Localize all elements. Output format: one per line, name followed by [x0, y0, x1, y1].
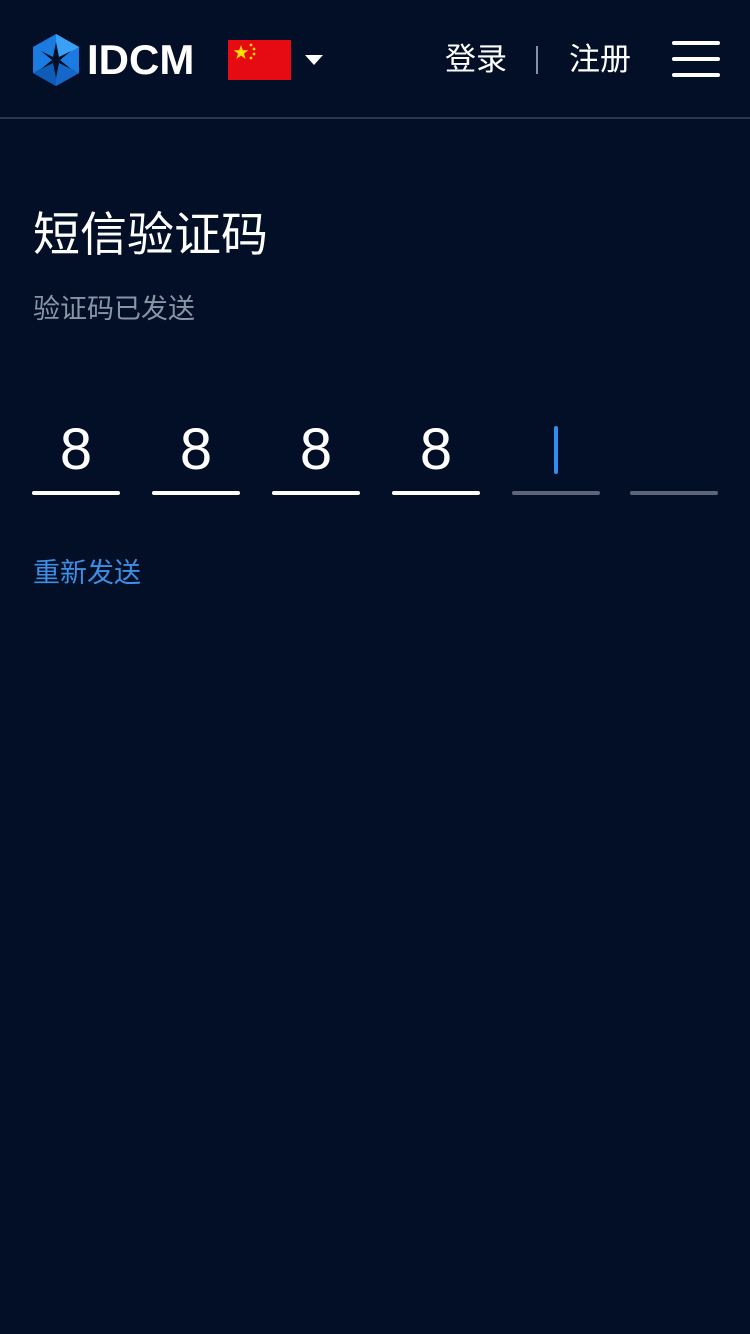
text-cursor — [554, 426, 558, 474]
page-title: 短信验证码 — [33, 208, 268, 263]
code-digit-4: 8 — [419, 417, 453, 482]
code-input-4[interactable]: 8 — [392, 410, 480, 495]
code-underline — [630, 491, 718, 495]
code-underline — [152, 491, 240, 495]
code-underline — [272, 491, 360, 495]
nav-divider — [536, 46, 538, 74]
idcm-logo-icon — [33, 34, 79, 86]
china-flag-icon — [228, 40, 291, 80]
code-digit-2: 8 — [179, 417, 213, 482]
hamburger-menu-icon[interactable] — [672, 41, 720, 79]
code-digit-3: 8 — [299, 417, 333, 482]
logo-text: IDCM — [87, 36, 195, 83]
top-header: IDCM 登录 注册 — [0, 0, 750, 119]
language-selector[interactable] — [228, 40, 323, 80]
code-underline — [32, 491, 120, 495]
login-link[interactable]: 登录 — [445, 38, 507, 82]
code-input-3[interactable]: 8 — [272, 410, 360, 495]
code-digit-1: 8 — [59, 417, 93, 482]
code-input-1[interactable]: 8 — [32, 410, 120, 495]
resend-code-link[interactable]: 重新发送 — [33, 556, 141, 592]
code-input-6[interactable] — [630, 410, 718, 495]
code-underline — [512, 491, 600, 495]
idcm-logo[interactable]: IDCM — [33, 34, 194, 86]
page-subtitle: 验证码已发送 — [33, 294, 195, 325]
code-underline — [392, 491, 480, 495]
chevron-down-icon — [305, 55, 323, 65]
code-input-2[interactable]: 8 — [152, 410, 240, 495]
register-link[interactable]: 注册 — [569, 38, 631, 82]
code-input-5[interactable] — [512, 410, 600, 495]
